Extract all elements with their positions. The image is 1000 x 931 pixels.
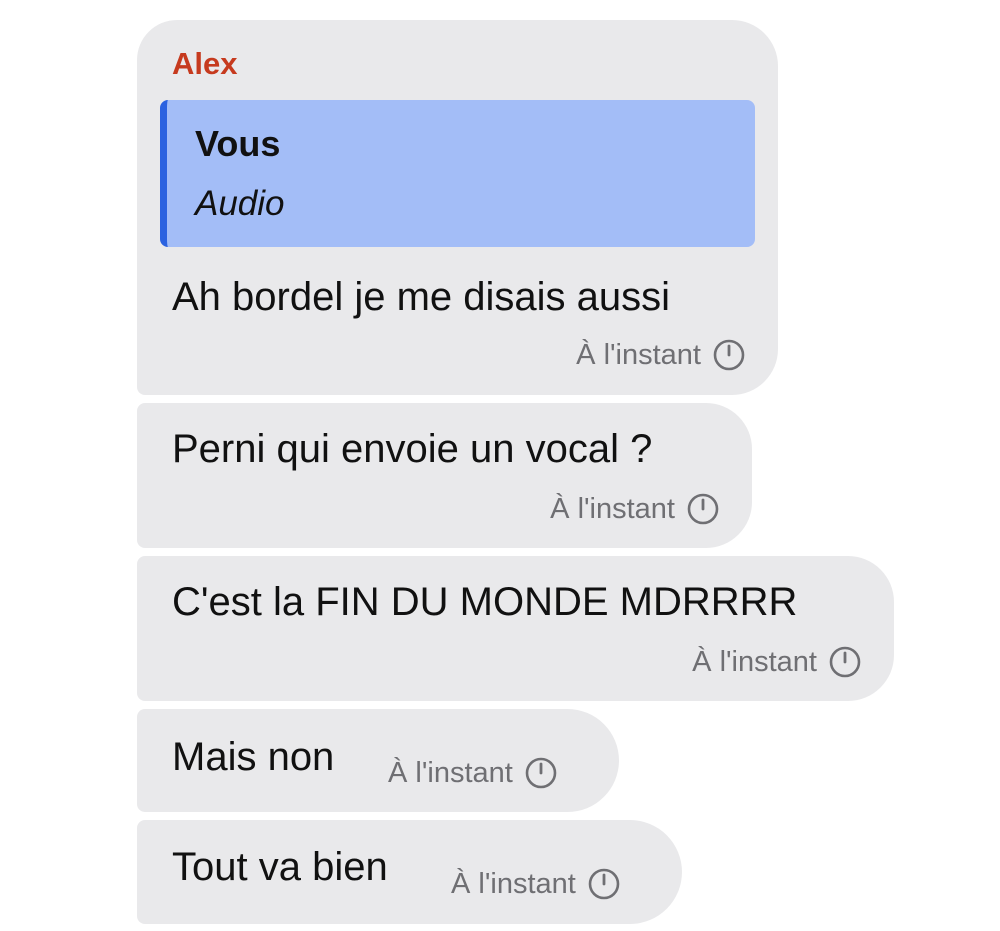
- message-bubble[interactable]: Perni qui envoie un vocal ? À l'instant: [137, 403, 752, 548]
- message-text: Ah bordel je me disais aussi: [172, 275, 671, 319]
- message-timestamp: À l'instant: [550, 493, 675, 525]
- clock-icon: [525, 757, 557, 789]
- message-meta: À l'instant: [388, 756, 557, 790]
- message-bubble[interactable]: Tout va bien À l'instant: [137, 820, 682, 924]
- message-timestamp: À l'instant: [692, 646, 817, 678]
- message-text: Mais non: [172, 735, 335, 779]
- message-bubble[interactable]: Alex Vous Audio Ah bordel je me disais a…: [137, 20, 778, 395]
- message-bubble[interactable]: Mais non À l'instant: [137, 709, 619, 812]
- message-meta: À l'instant: [550, 492, 719, 526]
- sender-name: Alex: [172, 46, 238, 81]
- message-text: C'est la FIN DU MONDE MDRRRR: [172, 580, 798, 624]
- message-timestamp: À l'instant: [451, 868, 576, 900]
- message-timestamp: À l'instant: [388, 757, 513, 789]
- clock-icon: [713, 339, 745, 371]
- clock-icon: [588, 868, 620, 900]
- message-text: Tout va bien: [172, 845, 388, 889]
- message-meta: À l'instant: [692, 645, 861, 679]
- message-meta: À l'instant: [576, 338, 745, 372]
- reply-quote[interactable]: Vous Audio: [160, 100, 755, 247]
- message-meta: À l'instant: [451, 867, 620, 901]
- message-thread: Alex Vous Audio Ah bordel je me disais a…: [137, 20, 1000, 924]
- clock-icon: [829, 646, 861, 678]
- clock-icon: [687, 493, 719, 525]
- message-timestamp: À l'instant: [576, 339, 701, 371]
- reply-quote-author: Vous: [195, 123, 281, 164]
- reply-quote-preview: Audio: [195, 184, 285, 223]
- message-bubble[interactable]: C'est la FIN DU MONDE MDRRRR À l'instant: [137, 556, 894, 701]
- message-text: Perni qui envoie un vocal ?: [172, 427, 653, 471]
